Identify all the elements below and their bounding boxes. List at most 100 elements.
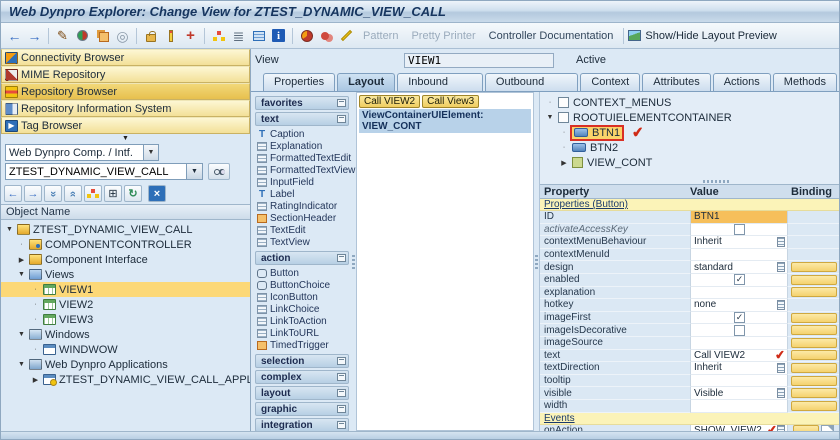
palette-section-action[interactable]: action (255, 251, 349, 265)
collapse-section-icon[interactable] (337, 115, 346, 123)
palette-item-textedit[interactable]: TextEdit (257, 224, 349, 236)
tree-forward-button[interactable]: → (24, 185, 42, 202)
users-button[interactable] (317, 26, 336, 45)
palette-section-layout[interactable]: layout (255, 386, 349, 400)
back-button[interactable]: ← (5, 26, 24, 45)
binding-button[interactable] (791, 325, 837, 335)
object-name-input[interactable] (5, 163, 187, 180)
expand-section-icon[interactable] (337, 357, 346, 365)
tab-context[interactable]: Context (580, 73, 640, 91)
element-root-container[interactable]: ▼ ROOTUIELEMENTCONTAINER (542, 110, 839, 125)
sidebar-item-tag-browser[interactable]: ▶ Tag Browser (1, 117, 250, 134)
expand-section-icon[interactable] (337, 373, 346, 381)
panel-collapse-arrow-icon[interactable]: ▼ (1, 134, 250, 143)
property-value[interactable]: Visible (690, 387, 787, 400)
palette-item-formattedtextview[interactable]: FormattedTextView (257, 164, 349, 176)
element-view-cont[interactable]: ▶ VIEW_CONT (542, 155, 839, 170)
dropdown-list-icon[interactable] (777, 425, 785, 431)
lock-button[interactable] (141, 26, 160, 45)
sidebar-item-mime-repository[interactable]: MIME Repository (1, 66, 250, 83)
property-value[interactable] (690, 337, 787, 350)
checkbox-unchecked[interactable] (734, 325, 745, 336)
expander-closed-icon[interactable]: ▶ (560, 159, 568, 167)
property-value[interactable]: SHOW_VIEW2✔ (690, 425, 787, 432)
binding-button[interactable] (791, 388, 837, 398)
controller-documentation-button[interactable]: Controller Documentation (483, 30, 620, 42)
property-value[interactable]: none (690, 299, 787, 312)
palette-section-integration[interactable]: integration (255, 418, 349, 432)
tree-item-view2[interactable]: · VIEW2 (1, 297, 250, 312)
property-value[interactable]: Call VIEW2✔ (690, 350, 787, 363)
edit-button[interactable]: ✎ (53, 26, 72, 45)
palette-item-timedtrigger[interactable]: TimedTrigger (257, 339, 349, 351)
binding-button[interactable] (791, 401, 837, 411)
property-value[interactable]: standard (690, 261, 787, 274)
checkbox-checked[interactable]: ✓ (734, 312, 745, 323)
palette-section-selection[interactable]: selection (255, 354, 349, 368)
tree-item-componentcontroller[interactable]: · COMPONENTCONTROLLER (1, 237, 250, 252)
check-button[interactable] (161, 26, 180, 45)
chevron-down-icon[interactable]: ▼ (143, 145, 158, 160)
binding-button[interactable] (791, 287, 837, 297)
dropdown-list-icon[interactable] (777, 237, 785, 247)
element-context-menus[interactable]: · CONTEXT_MENUS (542, 95, 839, 110)
layout-canvas[interactable]: Call VIEW2 Call View3 ViewContainerUIEle… (356, 92, 534, 431)
binding-button[interactable] (791, 313, 837, 323)
tab-properties[interactable]: Properties (263, 73, 335, 91)
tree-item-view3[interactable]: · VIEW3 (1, 312, 250, 327)
selected-element-highlight[interactable]: BTN1 (572, 127, 622, 139)
collapse-all-button[interactable]: » (44, 185, 62, 202)
expander-closed-icon[interactable]: ▶ (17, 256, 26, 264)
copy-button[interactable] (93, 26, 112, 45)
splitter-grip-icon[interactable] (703, 180, 729, 183)
element-btn2[interactable]: · BTN2 (542, 140, 839, 155)
property-value[interactable] (690, 400, 787, 413)
view-container-element[interactable]: ViewContainerUIElement: VIEW_CONT (359, 109, 531, 133)
expand-all-button[interactable]: » (64, 185, 82, 202)
display-button[interactable]: ◎ (113, 26, 132, 45)
palette-item-linktourl[interactable]: LinkToURL (257, 327, 349, 339)
palette-item-ratingindicator[interactable]: RatingIndicator (257, 200, 349, 212)
palette-item-textview[interactable]: TextView (257, 236, 349, 248)
search-help-button[interactable] (208, 163, 230, 180)
tree-item-views-folder[interactable]: ▼ Views (1, 267, 250, 282)
expander-open-icon[interactable]: ▼ (17, 361, 26, 368)
canvas-button-btn2[interactable]: Call View3 (422, 95, 479, 108)
property-value[interactable] (690, 249, 787, 262)
performance-button[interactable] (297, 26, 316, 45)
expander-open-icon[interactable]: ▼ (17, 271, 26, 278)
pattern-button[interactable]: Pattern (357, 30, 404, 42)
palette-item-caption[interactable]: TCaption (257, 128, 349, 140)
tree-item-view1[interactable]: · VIEW1 (1, 282, 250, 297)
info-button[interactable]: i (269, 26, 288, 45)
tab-methods[interactable]: Methods (773, 73, 837, 91)
palette-item-linktoaction[interactable]: LinkToAction (257, 315, 349, 327)
refresh-button[interactable]: ↻ (124, 185, 142, 202)
binding-button[interactable] (791, 363, 837, 373)
palette-section-text[interactable]: text (255, 112, 349, 126)
palette-section-favorites[interactable]: favorites (255, 96, 349, 110)
close-panel-button[interactable]: × (148, 185, 166, 202)
sidebar-item-connectivity-browser[interactable]: Connectivity Browser (1, 49, 250, 66)
expander-closed-icon[interactable]: ▶ (31, 376, 40, 384)
pretty-printer-button[interactable]: Pretty Printer (405, 30, 481, 42)
expand-section-icon[interactable] (337, 405, 346, 413)
expand-section-icon[interactable] (337, 389, 346, 397)
add-object-button[interactable]: ⊞ (104, 185, 122, 202)
forward-button[interactable]: → (25, 26, 44, 45)
expander-open-icon[interactable]: ▼ (17, 331, 26, 338)
dropdown-list-icon[interactable] (777, 300, 785, 310)
dropdown-list-icon[interactable] (777, 388, 785, 398)
palette-item-label[interactable]: TLabel (257, 188, 349, 200)
element-btn1[interactable]: · BTN1 ✔ (542, 125, 839, 140)
palette-section-complex[interactable]: complex (255, 370, 349, 384)
property-value[interactable]: Inherit (690, 236, 787, 249)
palette-section-graphic[interactable]: graphic (255, 402, 349, 416)
property-value[interactable] (690, 287, 787, 300)
expand-section-icon[interactable] (337, 421, 346, 429)
table-view-button[interactable] (249, 26, 268, 45)
display-object-list-button[interactable] (84, 185, 102, 202)
palette-item-iconbutton[interactable]: IconButton (257, 291, 349, 303)
dropdown-list-icon[interactable] (777, 262, 785, 272)
tab-layout[interactable]: Layout (337, 73, 395, 91)
